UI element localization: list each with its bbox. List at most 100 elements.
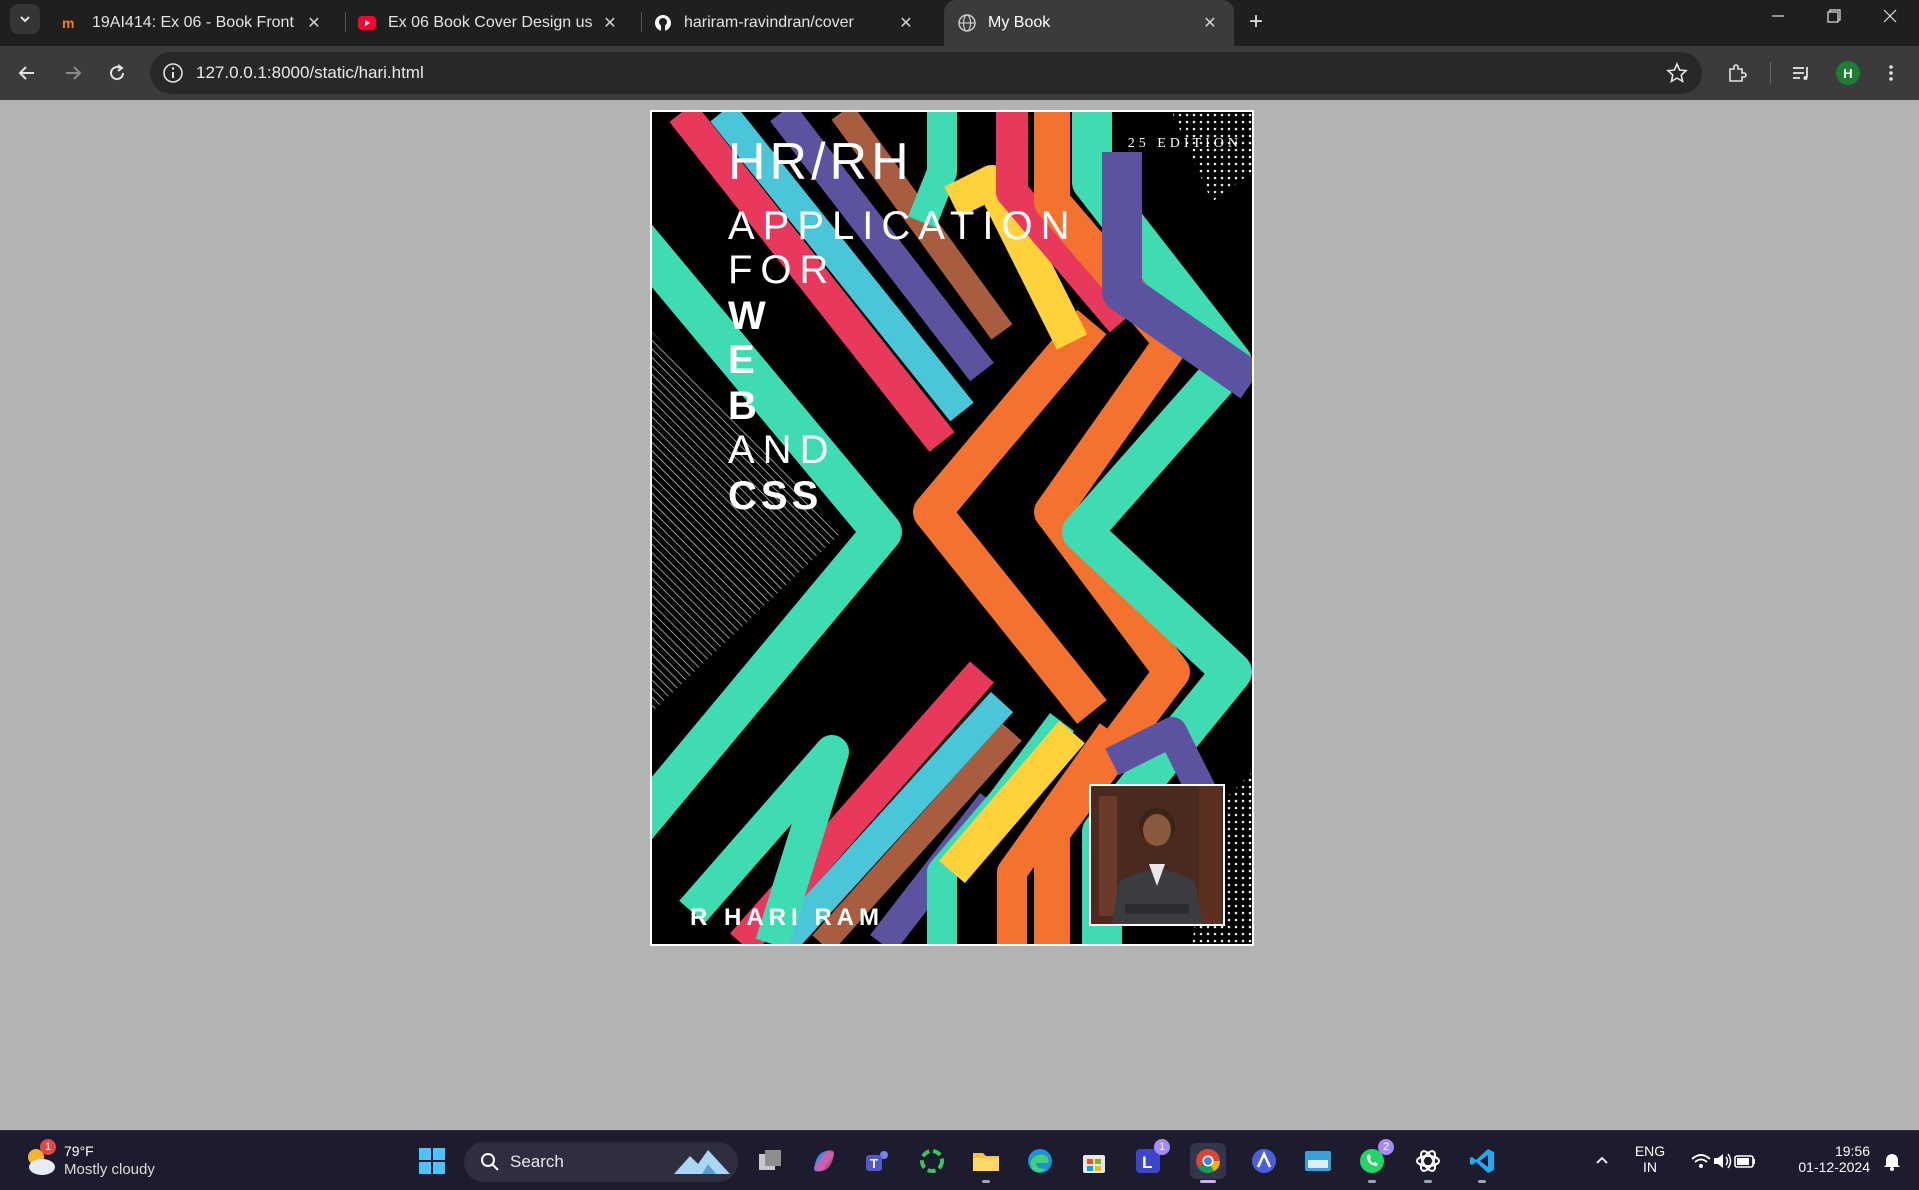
tab-moodle[interactable]: m 19AI414: Ex 06 - Book Front Co ✕	[48, 0, 338, 46]
keyboard-app-button[interactable]	[1300, 1143, 1336, 1179]
copilot-icon	[814, 1150, 834, 1172]
region-code: IN	[1643, 1159, 1657, 1175]
notification-badge: 1	[1154, 1139, 1170, 1155]
store-button[interactable]	[1076, 1143, 1112, 1179]
plus-icon: +	[1248, 8, 1263, 35]
toolbar-divider	[1770, 62, 1771, 84]
minimize-icon	[1772, 15, 1784, 17]
github-icon	[654, 14, 672, 32]
running-indicator	[1424, 1180, 1432, 1183]
minimize-button[interactable]	[1750, 0, 1806, 32]
clock-time: 19:56	[1834, 1143, 1870, 1159]
tab-my-book[interactable]: My Book ✕	[944, 0, 1234, 46]
volume-icon	[1714, 1153, 1732, 1169]
active-indicator	[1200, 1180, 1216, 1183]
chatgpt-button[interactable]	[1410, 1143, 1446, 1183]
close-icon[interactable]: ✕	[896, 13, 916, 33]
queue-music-icon	[1793, 67, 1808, 80]
green-ring-app-button[interactable]	[914, 1143, 950, 1179]
input-language[interactable]: ENG IN	[1628, 1143, 1672, 1175]
site-info-icon[interactable]	[162, 62, 184, 84]
url-text[interactable]: 127.0.0.1:8000/static/hari.html	[196, 63, 424, 83]
cover-css-word: CSS	[728, 474, 823, 518]
tray-overflow-button[interactable]	[1584, 1143, 1620, 1179]
tab-title: Ex 06 Book Cover Design using	[388, 14, 592, 31]
cover-edition: 25 EDITION	[1127, 136, 1242, 151]
windows-logo-icon	[419, 1148, 445, 1174]
teams-button[interactable]: T	[860, 1143, 896, 1179]
arrow-left-icon	[18, 66, 34, 80]
taskbar-search[interactable]: Search	[464, 1142, 738, 1182]
teams-icon: T	[866, 1151, 888, 1171]
extensions-button[interactable]	[1720, 56, 1754, 90]
file-explorer-button[interactable]	[968, 1143, 1004, 1183]
back-button[interactable]	[10, 56, 44, 90]
weather-temp: 79°F	[64, 1143, 94, 1159]
search-icon	[481, 1153, 499, 1171]
edge-button[interactable]	[1022, 1143, 1058, 1179]
profile-avatar[interactable]: H	[1836, 61, 1860, 85]
chrome-button[interactable]	[1190, 1143, 1226, 1183]
puzzle-icon	[1729, 64, 1747, 82]
running-indicator	[982, 1180, 990, 1183]
cover-author: R HARI RAM	[690, 904, 884, 931]
copilot-button[interactable]	[806, 1143, 842, 1179]
close-icon[interactable]: ✕	[304, 13, 324, 33]
notifications-button[interactable]	[1874, 1143, 1910, 1179]
cover-series: HR/RH	[728, 133, 913, 191]
close-icon[interactable]: ✕	[600, 13, 620, 33]
tab-title: hariram-ravindran/cover	[684, 14, 854, 31]
task-view-button[interactable]	[752, 1143, 788, 1179]
reload-button[interactable]	[100, 56, 134, 90]
quick-settings-button[interactable]	[1680, 1143, 1766, 1179]
cover-web-letter-w: W	[728, 294, 770, 338]
battery-icon	[1734, 1155, 1755, 1168]
chrome-icon	[1196, 1149, 1220, 1174]
chatgpt-icon	[1416, 1150, 1440, 1172]
clock-date: 01-12-2024	[1798, 1159, 1870, 1175]
folder-icon	[973, 1153, 999, 1171]
tab-search-button[interactable]	[10, 4, 40, 34]
restore-button[interactable]	[1806, 0, 1862, 32]
globe-icon	[958, 14, 976, 32]
l-app-button[interactable]: L 1	[1130, 1139, 1170, 1179]
address-bar[interactable]: 127.0.0.1:8000/static/hari.html	[150, 52, 1702, 94]
keyboard-icon	[1305, 1151, 1331, 1171]
cover-title-line-1: APPLICATION	[728, 204, 1078, 248]
cover-web-letter-e: E	[728, 338, 759, 382]
refresh-ring-icon	[920, 1149, 944, 1173]
tab-title: My Book	[988, 14, 1051, 31]
arc-app-button[interactable]	[1246, 1143, 1282, 1179]
tab-github[interactable]: hariram-ravindran/cover ✕	[640, 0, 930, 46]
vscode-button[interactable]	[1464, 1143, 1500, 1183]
notification-badge: 2	[1378, 1139, 1394, 1155]
menu-button[interactable]	[1874, 56, 1908, 90]
moodle-icon: m	[62, 14, 80, 32]
tab-strip: m 19AI414: Ex 06 - Book Front Co ✕ Ex 06…	[0, 0, 1919, 46]
more-vertical-icon	[1889, 65, 1893, 81]
running-indicator	[1478, 1180, 1486, 1183]
whatsapp-button[interactable]: 2	[1354, 1139, 1394, 1183]
tab-youtube[interactable]: Ex 06 Book Cover Design using ✕	[344, 0, 634, 46]
forward-button[interactable]	[56, 56, 90, 90]
svg-text:T: T	[870, 1156, 878, 1171]
bell-icon	[1884, 1154, 1900, 1171]
start-button[interactable]	[414, 1143, 450, 1179]
bookmark-star-icon[interactable]	[1666, 62, 1688, 84]
person-icon	[1091, 786, 1223, 924]
weather-condition: Mostly cloudy	[64, 1161, 155, 1178]
arrow-right-icon	[66, 66, 82, 80]
new-tab-button[interactable]: +	[1240, 6, 1272, 38]
weather-badge: 1	[40, 1139, 56, 1155]
close-icon[interactable]: ✕	[1200, 13, 1220, 33]
author-photo	[1089, 784, 1225, 926]
clock[interactable]: 19:56 01-12-2024	[1780, 1143, 1870, 1175]
chevron-up-icon	[1596, 1156, 1608, 1164]
svg-text:m: m	[62, 15, 74, 31]
close-window-button[interactable]	[1862, 0, 1918, 32]
chevron-down-icon	[20, 16, 30, 23]
restore-icon	[1827, 9, 1841, 23]
weather-widget[interactable]: 1 79°F Mostly cloudy	[22, 1139, 222, 1181]
media-control-button[interactable]	[1784, 56, 1818, 90]
book-cover: HR/RH 25 EDITION APPLICATION FOR W E B A…	[650, 110, 1254, 946]
